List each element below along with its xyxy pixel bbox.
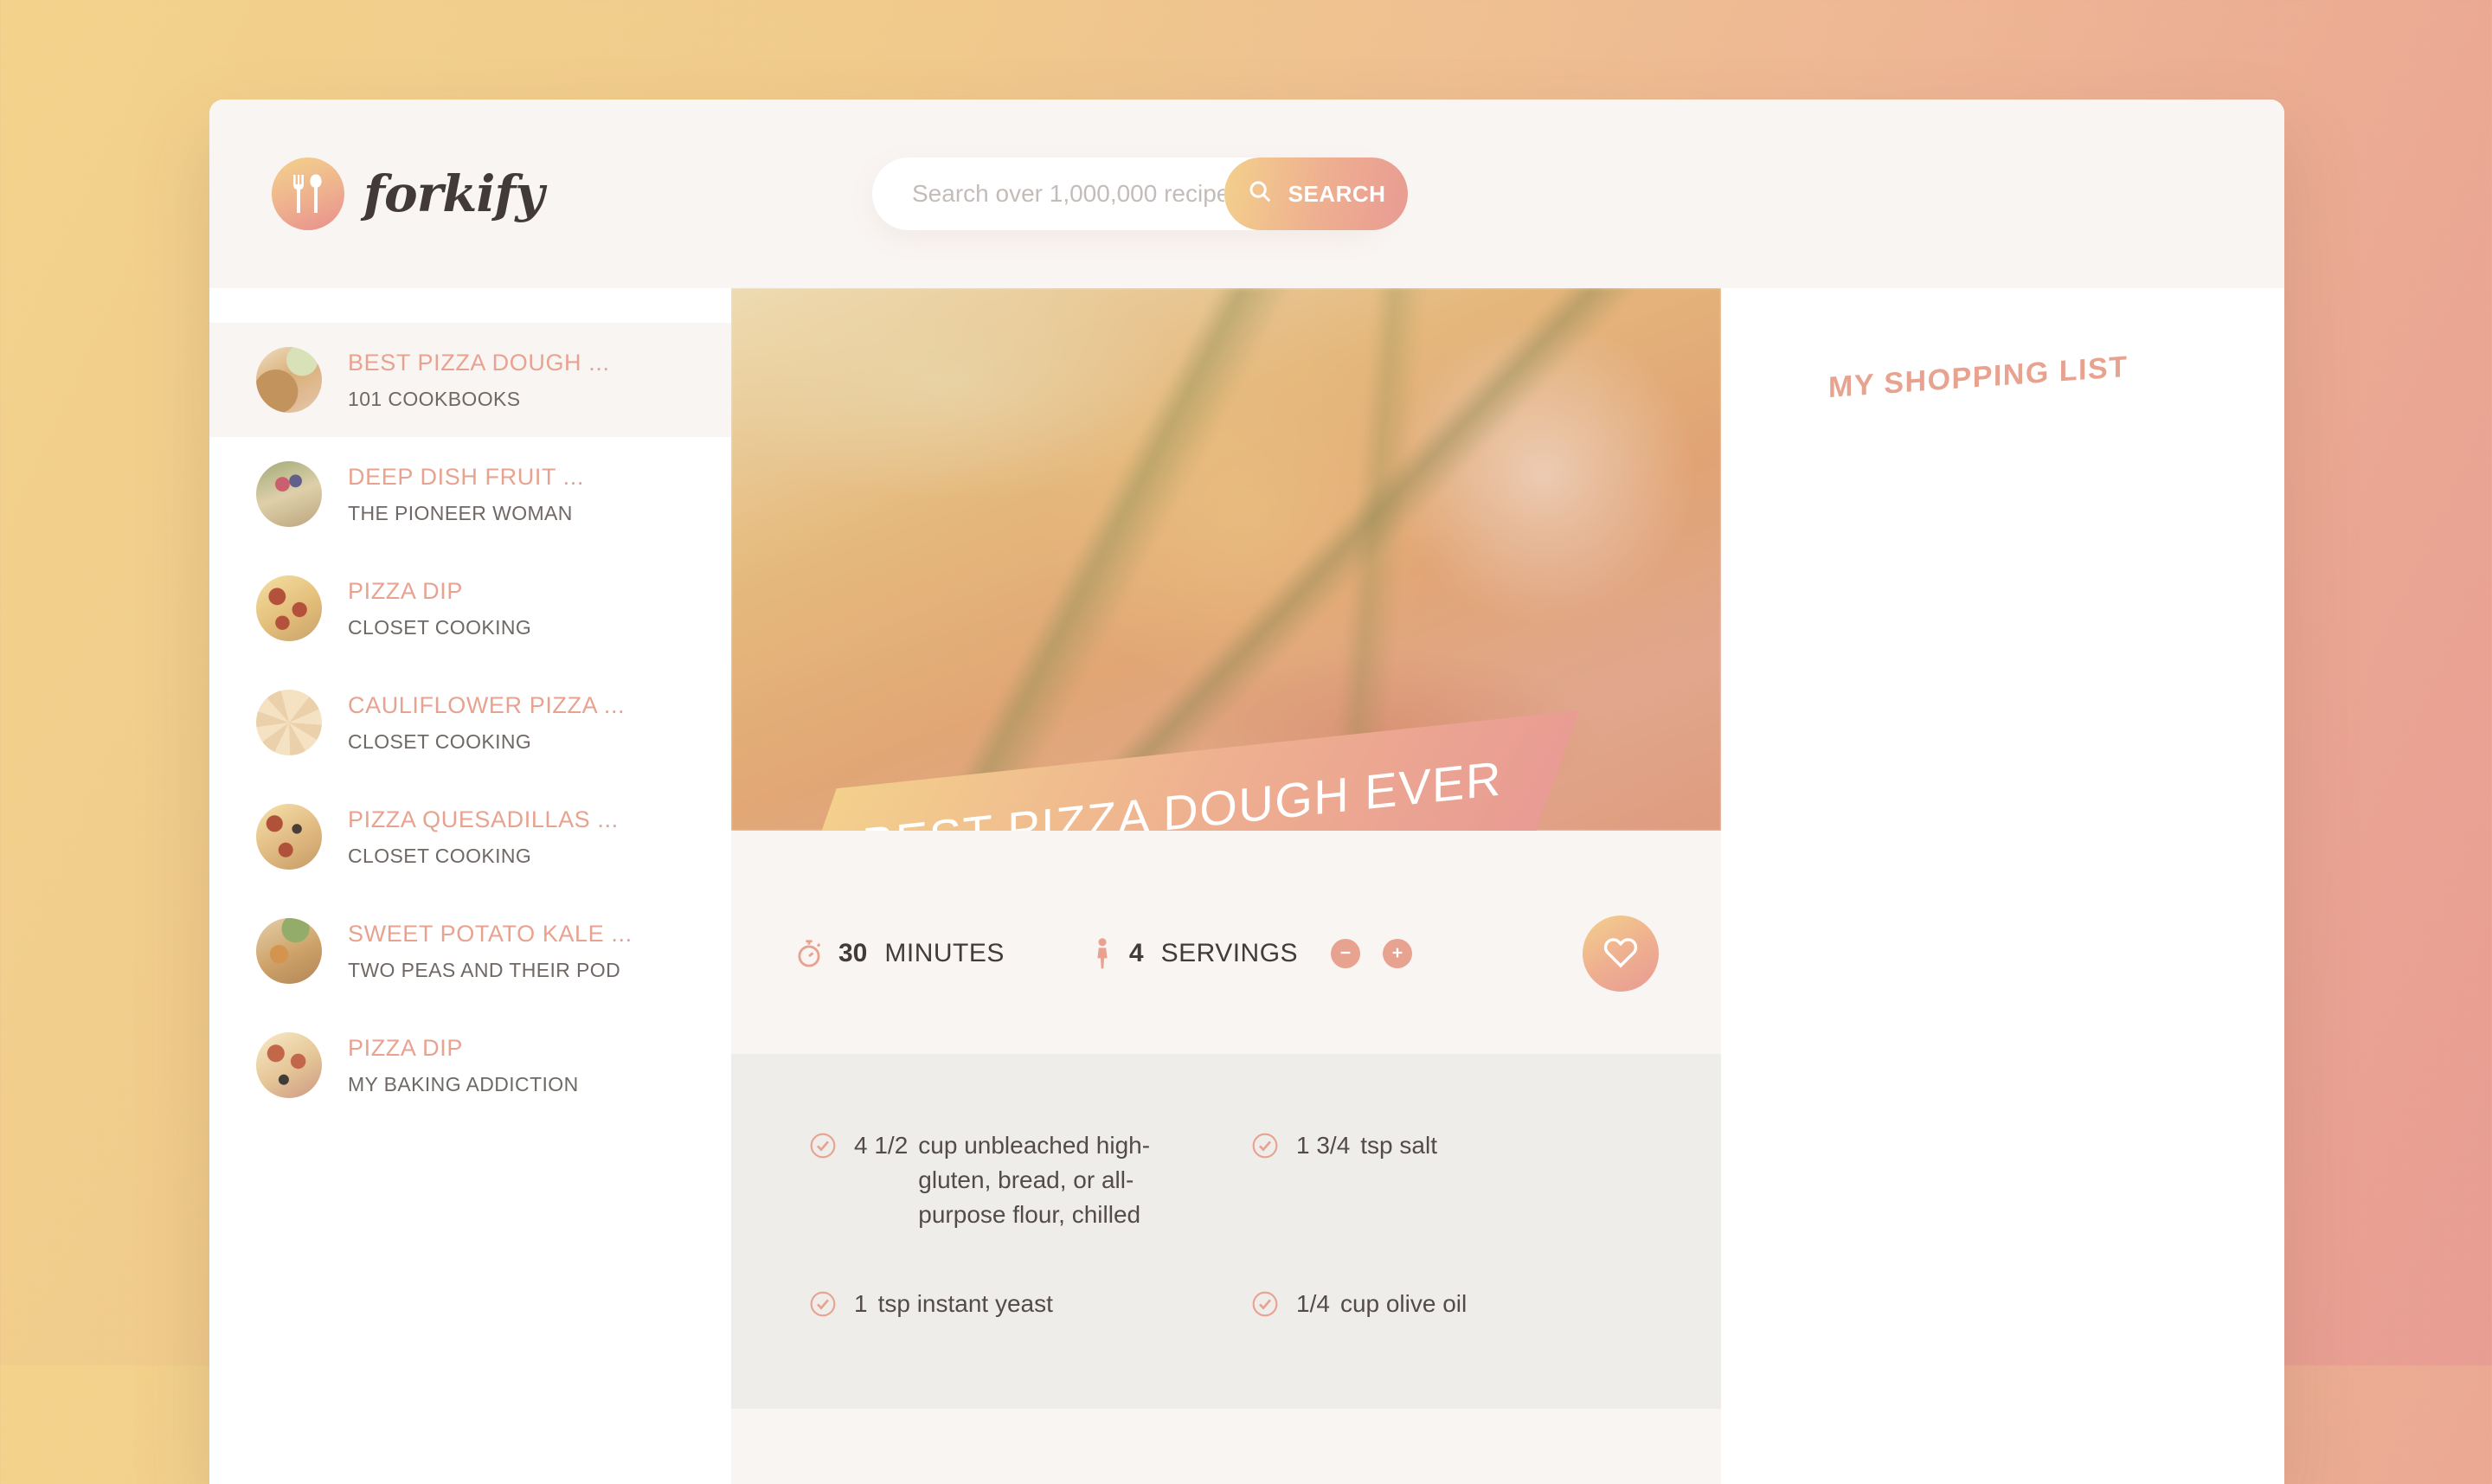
shopping-list-heading: MY SHOPPING LIST [1828, 350, 2129, 405]
brand-logo[interactable]: forkify [272, 157, 544, 230]
result-item-0[interactable]: BEST PIZZA DOUGH ... 101 COOKBOOKS [209, 323, 731, 437]
recipe-title-banner: BEST PIZZA DOUGH EVER [790, 710, 1579, 831]
ingredient-description: cup olive oil [1339, 1290, 1468, 1318]
brand-name: forkify [363, 164, 544, 223]
result-title: CAULIFLOWER PIZZA ... [348, 691, 626, 718]
increase-servings-button[interactable] [1383, 939, 1413, 968]
result-publisher: CLOSET COOKING [348, 844, 532, 867]
recipe-thumbnail [256, 804, 322, 870]
fork-spoon-icon [272, 157, 344, 230]
cooking-time-label: MINUTES [884, 939, 1005, 967]
cooking-time-value: 30 [838, 939, 868, 967]
recipe-panel: BEST PIZZA DOUGH EVER 30 MINUTES 4 SERVI… [731, 288, 1721, 1484]
search-input[interactable] [872, 180, 1224, 208]
person-icon [1089, 938, 1115, 969]
decrease-servings-button[interactable] [1331, 939, 1361, 968]
search-results-panel: BEST PIZZA DOUGH ... 101 COOKBOOKS DEEP … [209, 288, 731, 1484]
ingredient-quantity: 1 [854, 1290, 868, 1318]
ingredient-item: 1/4 cup olive oil [1251, 1287, 1643, 1322]
search-icon [1247, 178, 1273, 210]
result-title: SWEET POTATO KALE ... [348, 920, 633, 947]
check-circle-icon [809, 1290, 837, 1322]
recipe-thumbnail [256, 347, 322, 413]
result-title: PIZZA DIP [348, 1034, 463, 1061]
ingredient-quantity: 1 3/4 [1296, 1132, 1351, 1159]
ingredients-section: 4 1/2 cup unbleached high-gluten, bread,… [731, 1054, 1721, 1410]
result-title: PIZZA DIP [348, 577, 463, 604]
check-circle-icon [1251, 1290, 1279, 1322]
servings-label: SERVINGS [1160, 939, 1299, 967]
result-item-1[interactable]: DEEP DISH FRUIT ... THE PIONEER WOMAN [209, 437, 731, 551]
servings: 4 SERVINGS [1089, 938, 1413, 969]
check-circle-icon [1251, 1132, 1279, 1164]
recipe-thumbnail [256, 461, 322, 527]
ingredient-item: 1 tsp instant yeast [809, 1287, 1201, 1322]
ingredient-description: tsp instant yeast [877, 1290, 1053, 1318]
recipe-thumbnail [256, 1032, 322, 1098]
result-publisher: CLOSET COOKING [348, 729, 532, 753]
ingredient-description: cup unbleached high-gluten, bread, or al… [918, 1132, 1151, 1228]
ingredient-item: 4 1/2 cup unbleached high-gluten, bread,… [809, 1128, 1201, 1231]
recipe-thumbnail [256, 690, 322, 755]
result-item-5[interactable]: SWEET POTATO KALE ... TWO PEAS AND THEIR… [209, 894, 731, 1008]
result-publisher: CLOSET COOKING [348, 615, 532, 639]
result-item-4[interactable]: PIZZA QUESADILLAS ... CLOSET COOKING [209, 780, 731, 894]
result-item-3[interactable]: CAULIFLOWER PIZZA ... CLOSET COOKING [209, 665, 731, 780]
check-circle-icon [809, 1132, 837, 1164]
shopping-list-panel: MY SHOPPING LIST [1721, 288, 2284, 1484]
bookmark-button[interactable] [1583, 915, 1659, 992]
ingredient-quantity: 4 1/2 [854, 1132, 909, 1159]
plus-circle-icon [1390, 945, 1405, 963]
servings-value: 4 [1128, 939, 1144, 967]
result-publisher: TWO PEAS AND THEIR POD [348, 958, 621, 981]
recipe-thumbnail [256, 918, 322, 984]
ingredients-list: 4 1/2 cup unbleached high-gluten, bread,… [809, 1128, 1643, 1322]
result-item-6[interactable]: PIZZA DIP MY BAKING ADDICTION [209, 1008, 731, 1122]
heart-icon [1602, 934, 1640, 974]
search-form: SEARCH [872, 157, 1408, 230]
minus-circle-icon [1338, 945, 1353, 963]
stopwatch-icon [793, 938, 825, 969]
ingredient-item: 1 3/4 tsp salt [1251, 1128, 1643, 1231]
recipe-hero: BEST PIZZA DOUGH EVER [731, 288, 1721, 831]
result-title: BEST PIZZA DOUGH ... [348, 349, 610, 376]
result-publisher: MY BAKING ADDICTION [348, 1072, 579, 1095]
app-header: forkify SEARCH [209, 100, 2284, 288]
result-publisher: THE PIONEER WOMAN [348, 501, 573, 524]
ingredient-description: tsp salt [1360, 1132, 1437, 1159]
cooking-time: 30 MINUTES [793, 938, 1005, 969]
recipe-thumbnail [256, 575, 322, 641]
search-button-label: SEARCH [1288, 180, 1386, 207]
recipe-title: BEST PIZZA DOUGH EVER [861, 750, 1502, 831]
result-publisher: 101 COOKBOOKS [348, 387, 521, 410]
recipe-details-row: 30 MINUTES 4 SERVINGS [731, 831, 1721, 1054]
ingredient-quantity: 1/4 [1296, 1290, 1330, 1318]
result-title: DEEP DISH FRUIT ... [348, 463, 584, 490]
search-button[interactable]: SEARCH [1224, 157, 1408, 230]
main-content: BEST PIZZA DOUGH ... 101 COOKBOOKS DEEP … [209, 288, 2284, 1484]
result-title: PIZZA QUESADILLAS ... [348, 806, 619, 832]
result-item-2[interactable]: PIZZA DIP CLOSET COOKING [209, 551, 731, 665]
app-window: forkify SEARCH BEST PIZZA DOUGH ... 101 [209, 100, 2284, 1484]
